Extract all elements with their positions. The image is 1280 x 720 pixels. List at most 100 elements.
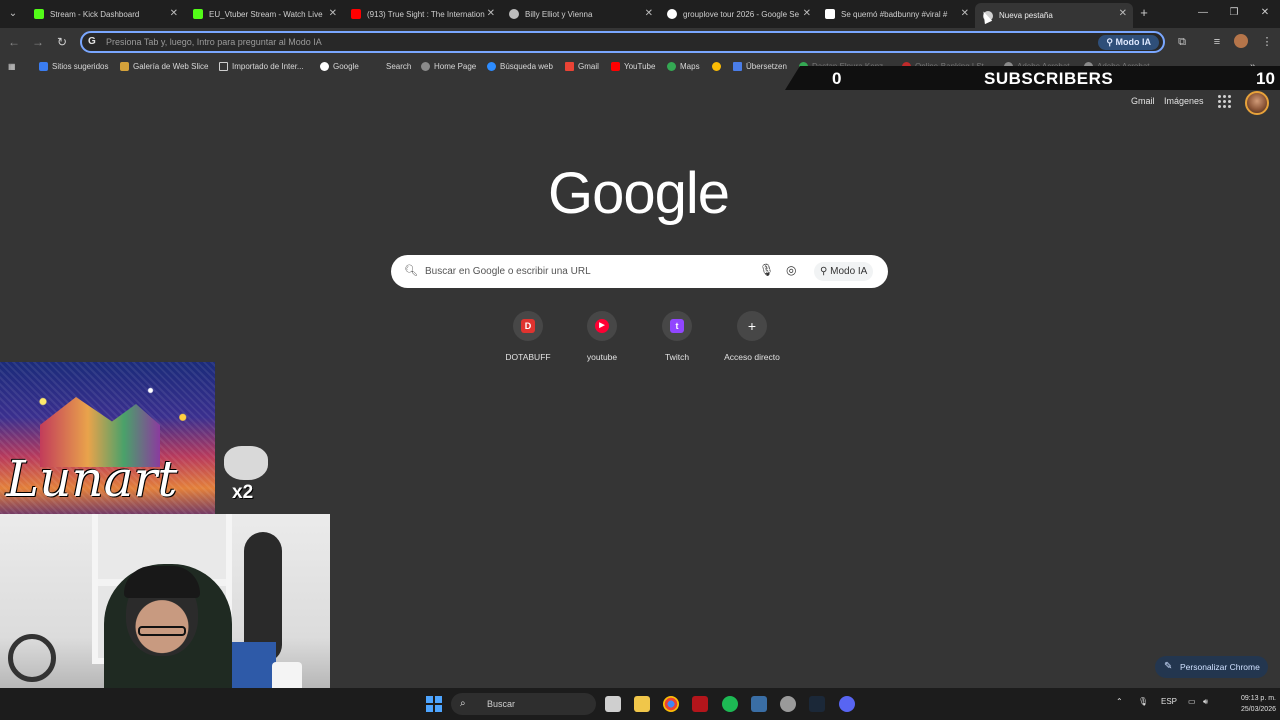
omnibox-input[interactable]	[106, 35, 1006, 49]
shortcut-dotabuff[interactable]: D DOTABUFF	[493, 311, 563, 371]
search-input[interactable]	[425, 264, 745, 279]
bookmark-item[interactable]: Gmail	[565, 59, 599, 73]
bookmark-item[interactable]: YouTube	[611, 59, 655, 73]
dotabuff-icon: D	[521, 319, 535, 333]
bookmark-item[interactable]: Google	[320, 59, 359, 73]
bookmark-item[interactable]: Search	[386, 59, 411, 73]
bookmark-item[interactable]: Galería de Web Slice	[120, 59, 208, 73]
lens-icon[interactable]: ◎	[786, 263, 796, 277]
search-icon: 🔍︎	[404, 265, 418, 277]
close-tab-icon[interactable]: ✕	[645, 8, 653, 19]
task-view-icon[interactable]	[605, 696, 621, 712]
gmail-icon	[565, 61, 574, 71]
windows-start-icon[interactable]	[426, 696, 442, 712]
customize-chrome-button[interactable]: ✎ Personalizar Chrome	[1155, 656, 1268, 678]
taskbar-search[interactable]: ⌕ Buscar	[451, 693, 596, 715]
shortcut-youtube[interactable]: ▶ youtube	[567, 311, 637, 371]
kick-icon	[193, 9, 203, 19]
dota-icon[interactable]	[692, 696, 708, 712]
discord-icon[interactable]	[839, 696, 855, 712]
shortcut-twitch[interactable]: t Twitch	[642, 311, 712, 371]
search-box[interactable]: 🔍︎ 🎙︎ ◎ ⚲ Modo IA	[391, 255, 888, 288]
bookmark-item[interactable]: Sitios sugeridos	[39, 59, 108, 73]
shortcut-add[interactable]: + Acceso directo	[717, 311, 787, 371]
tab-new-tab[interactable]: Nueva pestaña ✕	[975, 3, 1133, 28]
minimize-icon[interactable]: —	[1196, 6, 1210, 20]
cat-face-icon	[224, 446, 268, 480]
emote-multiplier: x2	[232, 482, 254, 503]
media-control-icon[interactable]: ≡	[1209, 34, 1225, 50]
search-icon: ⌕	[460, 698, 466, 709]
artwork-overlay: Lunart	[0, 362, 215, 520]
youtube-icon	[351, 9, 361, 19]
restore-icon[interactable]: ❐	[1227, 6, 1241, 20]
network-icon[interactable]: ▭	[1188, 697, 1196, 706]
bookmark-item[interactable]: Übersetzen	[733, 59, 787, 73]
subscriber-label: SUBSCRIBERS	[984, 69, 1114, 88]
tray-overflow-icon[interactable]: ⌃	[1116, 697, 1123, 706]
bookmark-folder[interactable]: Importado de Inter...	[219, 59, 304, 73]
app-icon[interactable]	[751, 696, 767, 712]
subscriber-count-left: 0	[832, 69, 842, 88]
gmail-link[interactable]: Gmail	[1131, 96, 1155, 106]
tab-kick-dashboard[interactable]: Stream - Kick Dashboard ✕	[26, 3, 184, 25]
system-clock[interactable]: 09:13 p. m. 25/03/2026	[1218, 693, 1276, 715]
chrome-icon[interactable]	[663, 696, 679, 712]
clock-date: 25/03/2026	[1240, 706, 1276, 713]
language-indicator[interactable]: ESP	[1161, 697, 1177, 706]
cat-emote: x2	[220, 446, 272, 503]
close-tab-icon[interactable]: ✕	[961, 8, 969, 19]
tab-search-button[interactable]: ⌄	[4, 5, 22, 23]
close-tab-icon[interactable]: ✕	[170, 8, 178, 19]
modo-ia-search-button[interactable]: ⚲ Modo IA	[814, 262, 874, 281]
globe-icon	[421, 61, 430, 71]
bookmark-item[interactable]: Maps	[667, 59, 700, 73]
microphone-icon[interactable]: 🎙︎	[1138, 697, 1148, 706]
bookmark-item[interactable]	[712, 59, 725, 73]
volume-icon[interactable]: 🔊︎	[1203, 697, 1208, 707]
tab-grouplove[interactable]: grouplove tour 2026 - Google Se ✕	[659, 3, 817, 25]
web-slice-icon	[120, 61, 129, 71]
file-explorer-icon[interactable]	[634, 696, 650, 712]
close-tab-icon[interactable]: ✕	[329, 8, 337, 19]
sneaker-box	[230, 642, 276, 694]
modo-ia-button[interactable]: ⚲ Modo IA	[1098, 35, 1159, 50]
desk-fan	[8, 634, 56, 682]
streamer-glasses	[138, 626, 186, 636]
account-avatar[interactable]	[1245, 91, 1269, 115]
tab-billy-elliot[interactable]: Billy Elliot y Vienna ✕	[501, 3, 659, 25]
obs-icon[interactable]	[780, 696, 796, 712]
extensions-icon[interactable]: ⧉	[1174, 34, 1190, 50]
images-link[interactable]: Imágenes	[1164, 96, 1204, 106]
close-window-icon[interactable]: ✕	[1258, 6, 1272, 20]
twitch-icon: t	[670, 319, 684, 333]
close-tab-icon[interactable]: ✕	[803, 8, 811, 19]
steam-icon[interactable]	[809, 696, 825, 712]
google-icon: G	[88, 36, 96, 47]
tab-eu-vtuber[interactable]: EU_Vtuber Stream - Watch Live ✕	[185, 3, 343, 25]
folder-icon	[219, 61, 228, 71]
bookmark-item[interactable]: Búsqueda web	[487, 59, 553, 73]
microphone-icon[interactable]: 🎙︎	[759, 263, 774, 277]
google-apps-icon[interactable]	[1218, 95, 1231, 108]
close-tab-icon[interactable]: ✕	[1119, 8, 1127, 19]
pinwheel-icon	[712, 61, 721, 71]
spotify-icon[interactable]	[722, 696, 738, 712]
chatgpt-icon	[509, 9, 519, 19]
forward-icon[interactable]: →	[30, 34, 46, 50]
back-icon[interactable]: ←	[6, 34, 22, 50]
tab-tiktok[interactable]: Se quemó #badbunny #viral # ✕	[817, 3, 975, 25]
bookmark-item[interactable]: Home Page	[421, 59, 476, 73]
address-bar[interactable]: G ⚲ Modo IA	[80, 31, 1165, 53]
close-tab-icon[interactable]: ✕	[487, 8, 495, 19]
new-tab-button[interactable]: +	[1136, 5, 1152, 21]
sparkle-search-icon: ⚲	[820, 266, 831, 277]
plus-icon: +	[747, 318, 757, 334]
tab-true-sight[interactable]: (913) True Sight : The Internation ✕	[343, 3, 501, 25]
reload-icon[interactable]: ↻	[54, 34, 70, 50]
profile-avatar[interactable]	[1234, 34, 1248, 48]
subscriber-goal: 10	[1256, 69, 1275, 88]
sparkle-search-icon: ⚲	[1106, 37, 1116, 47]
apps-icon[interactable]: ▦	[8, 59, 16, 73]
menu-icon[interactable]: ⋮	[1259, 34, 1275, 50]
